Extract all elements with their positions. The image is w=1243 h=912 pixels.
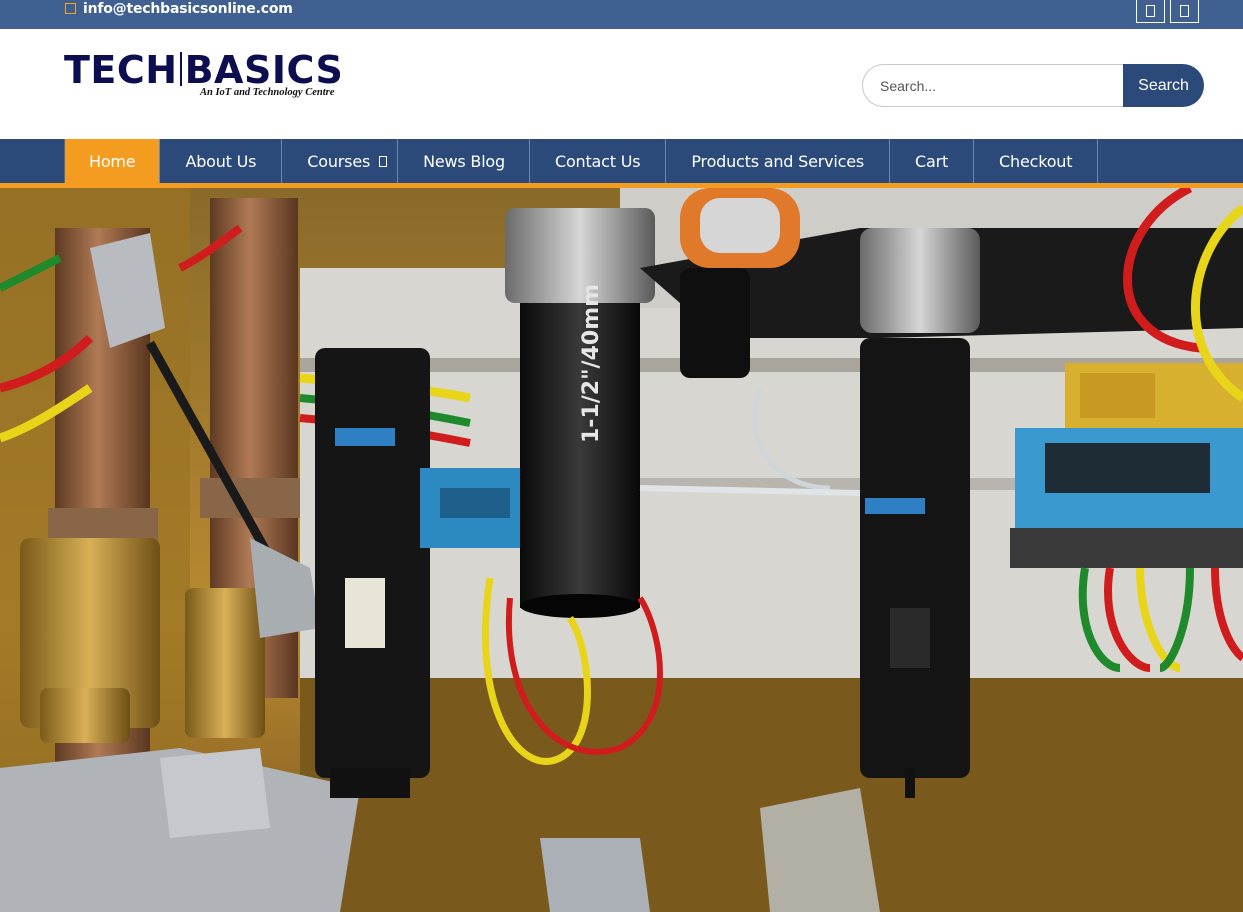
site-logo[interactable]: TECH BASICS An IoT and Technology Centre <box>64 51 343 98</box>
nav-item-products-and-services[interactable]: Products and Services <box>666 139 891 183</box>
facebook-icon <box>1146 5 1155 17</box>
envelope-icon <box>65 3 76 14</box>
pipe-label: 1-1/2"/40mm <box>579 284 604 443</box>
nav-label: News Blog <box>423 151 505 171</box>
logo-divider <box>179 52 182 86</box>
nav-item-home[interactable]: Home <box>65 139 161 183</box>
nav-label: Contact Us <box>554 151 641 171</box>
main-navigation: Home About Us Courses News Blog Contact … <box>0 139 1243 183</box>
contact-email[interactable]: info@techbasicsonline.com <box>65 0 293 17</box>
nav-label: Cart <box>915 151 949 171</box>
twitter-icon <box>1180 5 1189 17</box>
search-form: Search <box>862 64 1204 107</box>
nav-item-contact-us[interactable]: Contact Us <box>530 139 667 183</box>
nav-label: Checkout <box>999 151 1073 171</box>
nav-item-checkout[interactable]: Checkout <box>974 139 1099 183</box>
twitter-button[interactable] <box>1170 0 1199 23</box>
search-input[interactable] <box>862 64 1124 107</box>
hero-pneumatics-illustration: 1-1/2"/40mm <box>0 188 1243 912</box>
nav-label: Products and Services <box>691 151 865 171</box>
nav-item-news-blog[interactable]: News Blog <box>398 139 530 183</box>
logo-text-left: TECH <box>64 48 178 92</box>
nav-label: About Us <box>185 151 257 171</box>
hero-image: 1-1/2"/40mm <box>0 188 1243 912</box>
logo-tagline: An IoT and Technology Centre <box>200 87 335 98</box>
nav-item-courses[interactable]: Courses <box>282 139 399 183</box>
logo-text-right: BASICS <box>184 48 344 92</box>
email-text[interactable]: info@techbasicsonline.com <box>83 1 293 17</box>
nav-item-about-us[interactable]: About Us <box>160 139 283 183</box>
nav-label: Courses <box>307 151 371 171</box>
facebook-button[interactable] <box>1136 0 1165 23</box>
chevron-down-icon <box>379 155 388 167</box>
search-button[interactable]: Search <box>1123 64 1204 107</box>
top-bar: info@techbasicsonline.com <box>0 0 1243 29</box>
nav-item-cart[interactable]: Cart <box>890 139 975 183</box>
nav-label: Home <box>89 151 136 171</box>
